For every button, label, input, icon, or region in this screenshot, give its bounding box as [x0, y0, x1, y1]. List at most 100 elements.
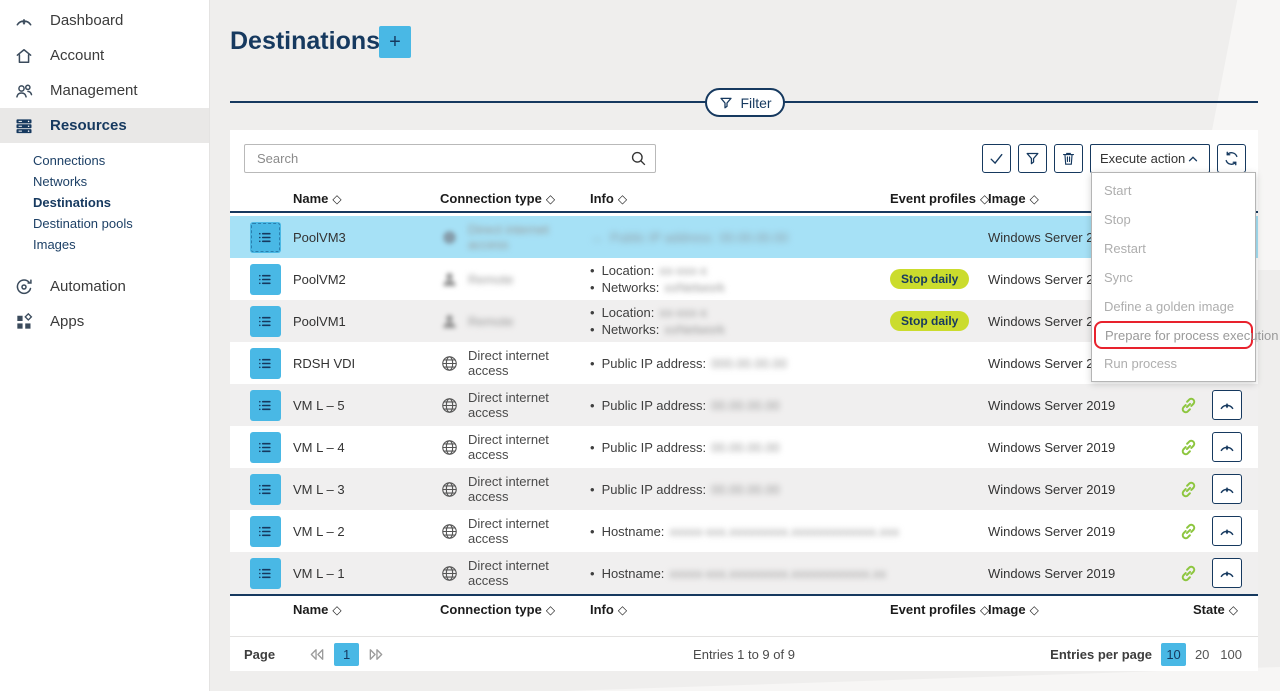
row-image: Windows Server 2019	[988, 566, 1178, 581]
column-header-connection-type[interactable]: Connection type◇	[440, 191, 590, 206]
row-menu-button[interactable]	[250, 306, 281, 337]
row-menu-button[interactable]	[250, 390, 281, 421]
table-row[interactable]: VM L – 2 Direct internet access •Hostnam…	[230, 510, 1258, 552]
menu-item[interactable]: Prepare for process execution	[1094, 321, 1253, 349]
info-line: •Public IP address:00.00.00.00	[590, 439, 890, 456]
menu-item[interactable]: Define a golden image	[1092, 292, 1255, 321]
execute-action-dropdown[interactable]: Execute action	[1090, 144, 1210, 173]
info-line: •Public IP address:00.00.00.00	[590, 481, 890, 498]
column-footer-event-profiles[interactable]: Event profiles◇	[890, 602, 988, 617]
page-size-option[interactable]: 100	[1218, 643, 1244, 666]
row-image: Windows Server 2019	[988, 440, 1178, 455]
dashboard-state-button[interactable]	[1212, 516, 1242, 546]
column-footer-connection-type[interactable]: Connection type◇	[440, 602, 590, 617]
page-size-option[interactable]: 20	[1190, 643, 1215, 666]
sidebar-subitem[interactable]: Destination pools	[0, 213, 209, 234]
blur-person-icon	[440, 270, 459, 289]
filter-rows-button[interactable]	[1018, 144, 1047, 173]
row-state	[1178, 558, 1261, 588]
sidebar-item-resources[interactable]: Resources	[0, 108, 209, 143]
sync-button[interactable]	[1217, 144, 1246, 173]
sidebar-item-automation[interactable]: Automation	[0, 269, 209, 304]
row-connection-type: Remote	[440, 270, 590, 289]
sidebar-item-management[interactable]: Management	[0, 73, 209, 108]
apps-grid-icon	[11, 309, 37, 335]
row-menu-button[interactable]	[250, 432, 281, 463]
page-number-button[interactable]: 1	[334, 643, 359, 666]
row-menu-button[interactable]	[250, 516, 281, 547]
row-name: VM L – 5	[293, 398, 440, 413]
sidebar-item-account[interactable]: Account	[0, 38, 209, 73]
dashboard-state-button[interactable]	[1212, 558, 1242, 588]
sort-icon[interactable]: ◇	[618, 192, 627, 206]
dashboard-state-button[interactable]	[1212, 432, 1242, 462]
column-footer-info[interactable]: Info◇	[590, 602, 890, 617]
dashboard-state-button[interactable]	[1212, 390, 1242, 420]
table-row[interactable]: VM L – 4 Direct internet access •Public …	[230, 426, 1258, 468]
sidebar-subitem[interactable]: Connections	[0, 150, 209, 171]
sort-icon[interactable]: ◇	[546, 192, 555, 206]
column-footer-name[interactable]: Name◇	[293, 602, 440, 617]
sidebar-subitem[interactable]: Images	[0, 234, 209, 255]
sidebar-item-dashboard[interactable]: Dashboard	[0, 3, 209, 38]
row-menu-button[interactable]	[250, 222, 281, 253]
list-icon	[256, 354, 275, 373]
row-menu-button[interactable]	[250, 474, 281, 505]
entries-per-page-label: Entries per page	[1050, 647, 1152, 662]
info-line: •Public IP address:00.00.00.00	[590, 397, 890, 414]
row-image: Windows Server 2019	[988, 524, 1178, 539]
sort-icon[interactable]: ◇	[332, 603, 341, 617]
table-row[interactable]: VM L – 3 Direct internet access •Public …	[230, 468, 1258, 510]
sort-icon[interactable]: ◇	[1229, 603, 1238, 617]
row-menu-button[interactable]	[250, 558, 281, 589]
automation-icon	[11, 274, 37, 300]
table-row[interactable]: VM L – 5 Direct internet access •Public …	[230, 384, 1258, 426]
sidebar-subitem[interactable]: Networks	[0, 171, 209, 192]
column-header-info[interactable]: Info◇	[590, 191, 890, 206]
sort-icon[interactable]: ◇	[1030, 192, 1039, 206]
check-icon	[988, 150, 1005, 167]
menu-item[interactable]: Sync	[1092, 263, 1255, 292]
list-icon	[256, 396, 275, 415]
sidebar-subitem-label: Networks	[33, 174, 87, 189]
select-all-button[interactable]	[982, 144, 1011, 173]
menu-item[interactable]: Restart	[1092, 234, 1255, 263]
row-state	[1178, 474, 1261, 504]
home-icon	[11, 43, 37, 69]
table-row[interactable]: VM L – 1 Direct internet access •Hostnam…	[230, 552, 1258, 594]
sort-icon[interactable]: ◇	[546, 603, 555, 617]
globe-icon	[440, 438, 459, 457]
column-footer-state[interactable]: State◇	[1178, 602, 1258, 617]
column-header-event-profiles[interactable]: Event profiles◇	[890, 191, 988, 206]
info-line: •Location:xx-xxx-x	[590, 304, 890, 321]
previous-page-icon[interactable]	[307, 646, 327, 663]
list-icon	[256, 270, 275, 289]
link-icon	[1178, 563, 1199, 584]
filter-button[interactable]: Filter	[705, 88, 785, 117]
row-connection-type: Direct internet access	[440, 222, 590, 252]
column-header-name[interactable]: Name◇	[293, 191, 440, 206]
globe-icon	[440, 522, 459, 541]
add-destination-button[interactable]: +	[379, 26, 411, 58]
sort-icon[interactable]: ◇	[618, 603, 627, 617]
menu-item[interactable]: Run process	[1092, 349, 1255, 378]
row-connection-type: Direct internet access	[440, 348, 590, 378]
menu-item[interactable]: Start	[1092, 176, 1255, 205]
dashboard-state-button[interactable]	[1212, 474, 1242, 504]
sort-icon[interactable]: ◇	[1030, 603, 1039, 617]
delete-button[interactable]	[1054, 144, 1083, 173]
sort-icon[interactable]: ◇	[332, 192, 341, 206]
menu-item[interactable]: Stop	[1092, 205, 1255, 234]
search-input[interactable]	[244, 144, 656, 173]
sidebar-subitem[interactable]: Destinations	[0, 192, 209, 213]
page-size-option[interactable]: 10	[1161, 643, 1186, 666]
row-connection-type: Remote	[440, 312, 590, 331]
row-info: •Hostname:xxxxx-xxx.xxxxxxxxx.xxxxxxxxxx…	[590, 565, 890, 582]
chevron-up-icon	[1186, 152, 1200, 166]
next-page-icon[interactable]	[366, 646, 386, 663]
connection-type-label: Direct internet access	[468, 558, 590, 588]
row-menu-button[interactable]	[250, 264, 281, 295]
column-footer-image[interactable]: Image◇	[988, 602, 1178, 617]
row-menu-button[interactable]	[250, 348, 281, 379]
sidebar-item-apps[interactable]: Apps	[0, 304, 209, 339]
